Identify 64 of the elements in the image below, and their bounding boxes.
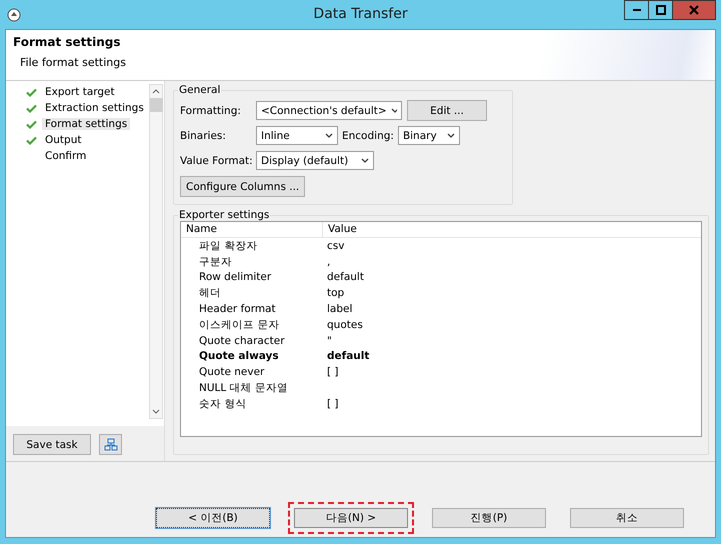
minimize-icon: [632, 9, 640, 11]
scroll-thumb[interactable]: [150, 98, 162, 112]
property-name: Quote always: [198, 350, 280, 362]
column-header[interactable]: Value: [323, 222, 357, 237]
property-name: 구분자: [198, 254, 233, 269]
chevron-icon: [390, 108, 397, 114]
close-icon: [689, 5, 699, 15]
property-value: [ ]: [326, 366, 339, 378]
maximize-button[interactable]: [648, 0, 673, 20]
close-button[interactable]: [672, 0, 716, 20]
property-name: Quote never: [198, 366, 266, 378]
property-name: 숫자 형식: [198, 396, 248, 411]
scrollbar[interactable]: [149, 84, 163, 419]
wizard-button[interactable]: 취소: [570, 508, 684, 528]
property-name: Row delimiter: [198, 271, 272, 284]
chevron-icon: [361, 158, 369, 164]
group-legend: General: [178, 84, 222, 96]
property-name: Quote character: [198, 334, 286, 347]
property-name: Header format: [198, 303, 277, 316]
field-label: Binaries:: [180, 130, 227, 142]
maximize-icon: [656, 5, 666, 15]
property-value: quotes: [326, 318, 363, 331]
window-title: Data Transfer: [313, 6, 408, 22]
property-name: 헤더: [198, 286, 222, 300]
page-title: Format settings: [13, 35, 122, 49]
scroll-up-icon: [152, 88, 160, 94]
scroll-down-icon: [152, 409, 160, 415]
property-name: 이스케이프 문자: [198, 318, 280, 332]
hierarchy-icon: [104, 438, 118, 452]
binaries-dropdown[interactable]: Inline: [256, 126, 338, 145]
wizard-button[interactable]: 진행(P): [432, 508, 546, 528]
property-value: label: [326, 303, 352, 316]
step-item[interactable]: Extraction settings: [42, 102, 147, 114]
step-item[interactable]: Export target: [42, 86, 118, 98]
app-icon: [7, 8, 21, 22]
task-icon-button[interactable]: [99, 434, 122, 455]
property-value: ": [326, 334, 332, 347]
value-format-dropdown[interactable]: Display (default): [256, 151, 374, 170]
field-label: Formatting:: [180, 104, 242, 116]
property-name: 파일 확장자: [198, 238, 258, 253]
page-subtitle: File format settings: [20, 56, 127, 69]
property-value: default: [326, 350, 370, 362]
configure-columns-button[interactable]: Configure Columns ...: [180, 176, 306, 197]
property-value: top: [326, 287, 344, 300]
save-task-button[interactable]: Save task: [13, 434, 91, 455]
property-value: [ ]: [326, 398, 339, 410]
formatting-dropdown[interactable]: <Connection's default>: [256, 101, 402, 120]
step-item[interactable]: Output: [42, 134, 84, 146]
property-value: csv: [326, 240, 344, 252]
chevron-icon: [446, 132, 455, 138]
edit-button[interactable]: Edit ...: [407, 100, 487, 121]
step-item[interactable]: Format settings: [42, 118, 130, 130]
property-name: NULL 대체 문자열: [198, 381, 289, 396]
wizard-button[interactable]: < 이전(B): [156, 508, 270, 528]
property-value: default: [326, 271, 364, 284]
minimize-button[interactable]: [624, 0, 649, 20]
column-header[interactable]: Name: [181, 222, 323, 237]
field-label: Encoding:: [342, 130, 394, 142]
step-item[interactable]: Confirm: [42, 150, 90, 162]
chevron-icon: [325, 132, 333, 138]
encoding-dropdown[interactable]: Binary: [398, 126, 460, 145]
group-legend: Exporter settings: [178, 209, 270, 221]
field-label: Value Format:: [180, 154, 254, 166]
property-value: ,: [326, 256, 330, 268]
